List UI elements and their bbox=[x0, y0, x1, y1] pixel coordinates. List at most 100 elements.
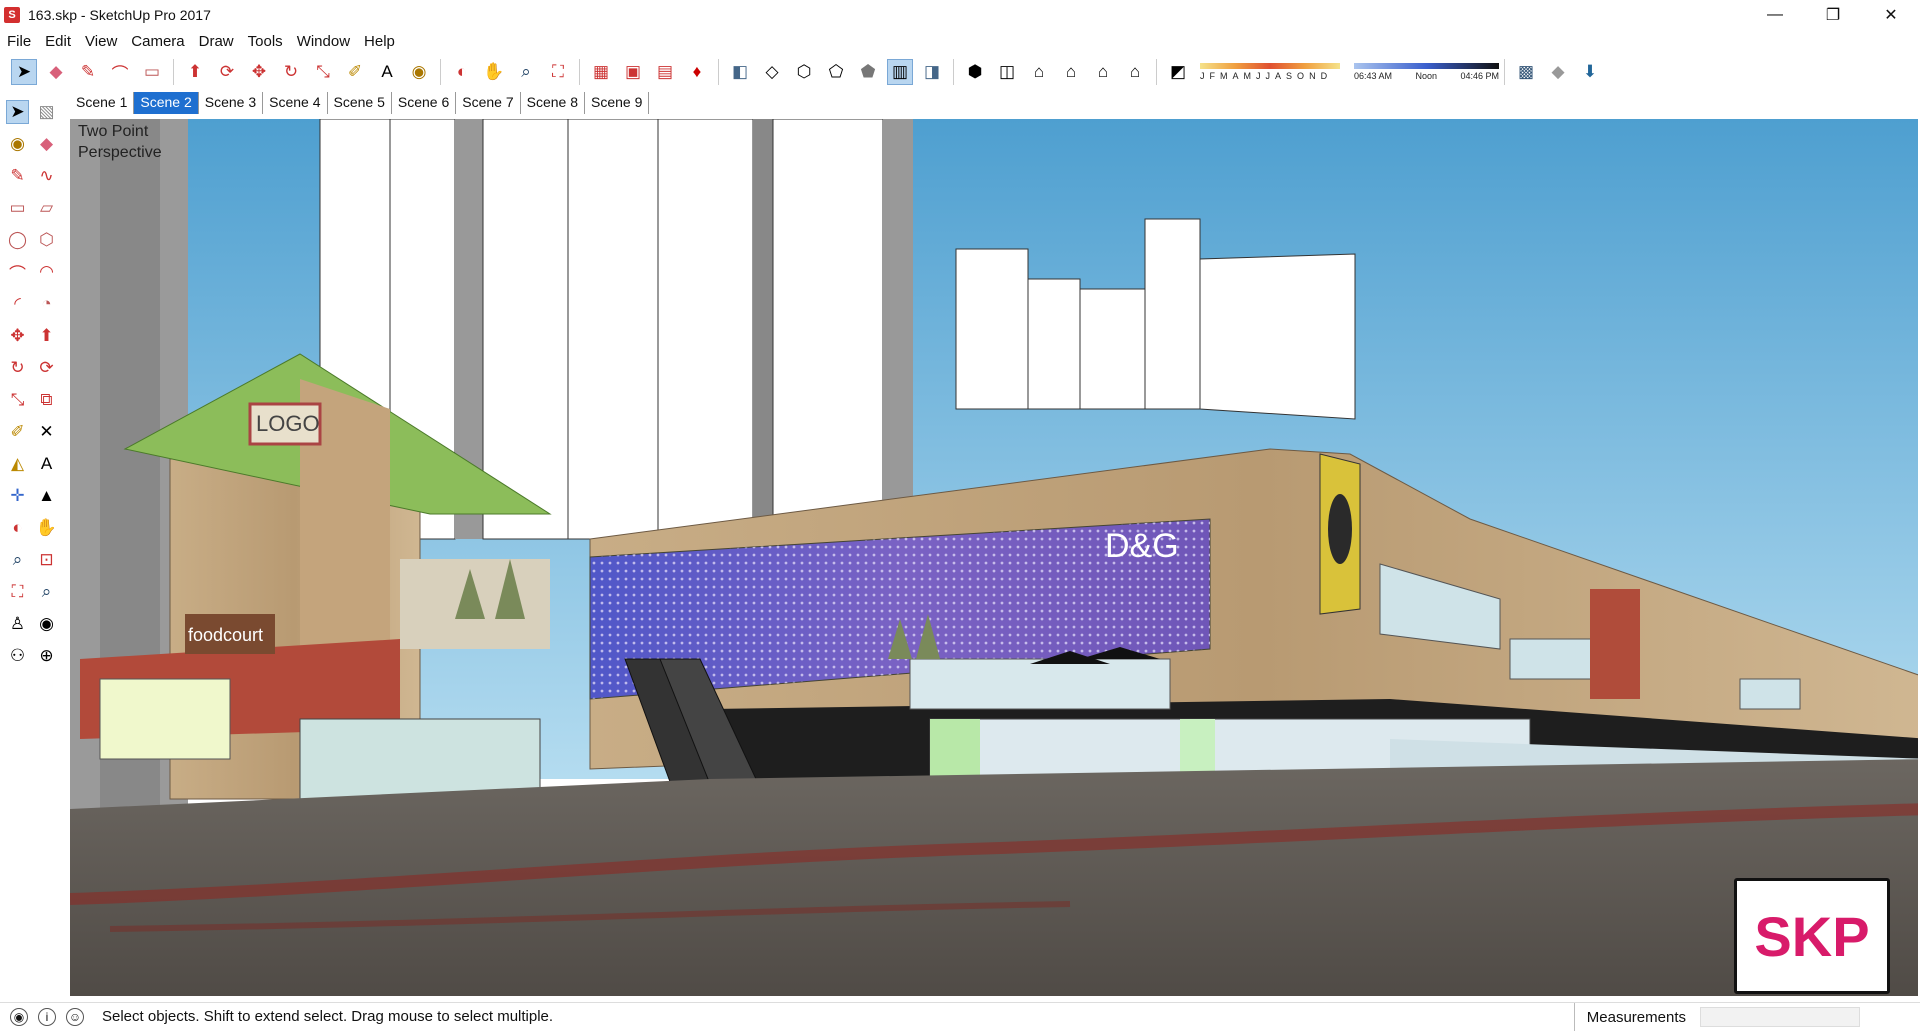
polygon-tool-icon[interactable]: ⬡ bbox=[35, 228, 58, 252]
shaded-icon[interactable]: ⬟ bbox=[855, 59, 881, 85]
pan-icon[interactable]: ✋ bbox=[481, 59, 507, 85]
model-viewport[interactable]: D&G LOGO fo bbox=[70, 119, 1918, 996]
walk-tool-icon[interactable]: ⚇ bbox=[6, 644, 29, 668]
zoom-icon[interactable]: ⌕ bbox=[513, 59, 539, 85]
menu-draw[interactable]: Draw bbox=[192, 33, 241, 50]
ruby-icon[interactable]: ♦ bbox=[684, 59, 710, 85]
look-around-icon[interactable]: ◉ bbox=[35, 612, 58, 636]
arc-tool-icon[interactable]: ⌒ bbox=[6, 260, 29, 284]
menu-view[interactable]: View bbox=[78, 33, 124, 50]
tape-measure-icon[interactable]: ✐ bbox=[6, 420, 29, 444]
zoom-icon[interactable]: ⌕ bbox=[6, 548, 29, 572]
paint-bucket-icon[interactable]: ◉ bbox=[406, 59, 432, 85]
section-plane-icon[interactable]: ⊕ bbox=[35, 644, 58, 668]
menu-camera[interactable]: Camera bbox=[124, 33, 191, 50]
credits-icon[interactable]: i bbox=[38, 1008, 56, 1026]
3d-text-icon[interactable]: ▲ bbox=[35, 484, 58, 508]
pie-tool-icon[interactable]: ◔ bbox=[35, 292, 58, 316]
hidden-line-icon[interactable]: ⬠ bbox=[823, 59, 849, 85]
top-view-icon[interactable]: ◫ bbox=[994, 59, 1020, 85]
monochrome-icon[interactable]: ◨ bbox=[919, 59, 945, 85]
front-view-icon[interactable]: ⌂ bbox=[1026, 59, 1052, 85]
eraser-icon[interactable]: ◆ bbox=[43, 59, 69, 85]
move-tool-icon[interactable]: ✥ bbox=[6, 324, 29, 348]
geo-location-icon[interactable]: ◉ bbox=[10, 1008, 28, 1026]
line-tool-icon[interactable]: ✎ bbox=[6, 164, 29, 188]
select-tool-icon[interactable]: ➤ bbox=[6, 100, 29, 124]
iso-view-icon[interactable]: ⬢ bbox=[962, 59, 988, 85]
zoom-previous-icon[interactable]: ⌕ bbox=[35, 580, 58, 604]
extension-warehouse-icon[interactable]: ▣ bbox=[620, 59, 646, 85]
text-tool-icon[interactable]: A bbox=[35, 452, 58, 476]
axes-tool-icon[interactable]: ✛ bbox=[6, 484, 29, 508]
back-view-icon[interactable]: ⌂ bbox=[1090, 59, 1116, 85]
tab-scene-7[interactable]: Scene 7 bbox=[456, 92, 520, 114]
menu-edit[interactable]: Edit bbox=[38, 33, 78, 50]
arc-tool-icon[interactable]: ⌒ bbox=[107, 59, 133, 85]
menu-help[interactable]: Help bbox=[357, 33, 402, 50]
line-tool-icon[interactable]: ✎ bbox=[75, 59, 101, 85]
rectangle-tool-icon[interactable]: ▭ bbox=[139, 59, 165, 85]
orbit-icon[interactable]: ◐ bbox=[6, 516, 29, 540]
circle-tool-icon[interactable]: ◯ bbox=[6, 228, 29, 252]
select-tool-icon[interactable]: ➤ bbox=[11, 59, 37, 85]
freehand-icon[interactable]: ∿ bbox=[35, 164, 58, 188]
offset-tool-icon[interactable]: ⧉ bbox=[35, 388, 58, 412]
warehouse-icon[interactable]: ▦ bbox=[588, 59, 614, 85]
tab-scene-2[interactable]: Scene 2 bbox=[134, 92, 198, 114]
right-view-icon[interactable]: ⌂ bbox=[1058, 59, 1084, 85]
shaded-textures-icon[interactable]: ▥ bbox=[887, 59, 913, 85]
eraser-icon[interactable]: ◆ bbox=[35, 132, 58, 156]
dimension-tool-icon[interactable]: ✕ bbox=[35, 420, 58, 444]
make-component-icon[interactable]: ▧ bbox=[35, 100, 58, 124]
share-model-icon[interactable]: ▤ bbox=[652, 59, 678, 85]
position-camera-icon[interactable]: ♙ bbox=[6, 612, 29, 636]
menu-file[interactable]: File bbox=[0, 33, 38, 50]
menu-window[interactable]: Window bbox=[290, 33, 357, 50]
three-point-arc-icon[interactable]: ◜ bbox=[6, 292, 29, 316]
tab-scene-3[interactable]: Scene 3 bbox=[199, 92, 263, 114]
shadow-time-slider[interactable]: 06:43 AM Noon 04:46 PM bbox=[1354, 63, 1499, 81]
paint-bucket-icon[interactable]: ◉ bbox=[6, 132, 29, 156]
tab-scene-1[interactable]: Scene 1 bbox=[70, 92, 134, 114]
two-point-arc-icon[interactable]: ◠ bbox=[35, 260, 58, 284]
left-view-icon[interactable]: ⌂ bbox=[1122, 59, 1148, 85]
push-pull-icon[interactable]: ⬆ bbox=[182, 59, 208, 85]
move-tool-icon[interactable]: ✥ bbox=[246, 59, 272, 85]
rectangle-tool-icon[interactable]: ▭ bbox=[6, 196, 29, 220]
pan-icon[interactable]: ✋ bbox=[35, 516, 58, 540]
close-button[interactable]: ✕ bbox=[1862, 0, 1920, 30]
zoom-window-icon[interactable]: ⊡ bbox=[35, 548, 58, 572]
zoom-extents-icon[interactable]: ⛶ bbox=[6, 580, 29, 604]
tab-scene-5[interactable]: Scene 5 bbox=[328, 92, 392, 114]
scale-tool-icon[interactable]: ⤡ bbox=[310, 59, 336, 85]
shadow-date-slider[interactable]: J F M A M J J A S O N D bbox=[1200, 63, 1340, 81]
push-pull-icon[interactable]: ⬆ bbox=[35, 324, 58, 348]
tab-scene-4[interactable]: Scene 4 bbox=[263, 92, 327, 114]
tape-measure-icon[interactable]: ✐ bbox=[342, 59, 368, 85]
tab-scene-6[interactable]: Scene 6 bbox=[392, 92, 456, 114]
xray-icon[interactable]: ◧ bbox=[727, 59, 753, 85]
add-location-icon[interactable]: ▩ bbox=[1513, 59, 1539, 85]
rotate-tool-icon[interactable]: ↻ bbox=[278, 59, 304, 85]
minimize-button[interactable]: — bbox=[1746, 0, 1804, 30]
tab-scene-9[interactable]: Scene 9 bbox=[585, 92, 649, 114]
restore-button[interactable]: ❐ bbox=[1804, 0, 1862, 30]
text-tool-icon[interactable]: A bbox=[374, 59, 400, 85]
measurements-input[interactable] bbox=[1700, 1007, 1860, 1027]
back-edges-icon[interactable]: ◇ bbox=[759, 59, 785, 85]
menu-tools[interactable]: Tools bbox=[241, 33, 290, 50]
orbit-icon[interactable]: ◐ bbox=[449, 59, 475, 85]
follow-me-icon[interactable]: ⟳ bbox=[35, 356, 58, 380]
tab-scene-8[interactable]: Scene 8 bbox=[521, 92, 585, 114]
protractor-icon[interactable]: ◭ bbox=[6, 452, 29, 476]
photo-textures-icon[interactable]: ⬇ bbox=[1577, 59, 1603, 85]
month-slider-track[interactable] bbox=[1200, 63, 1340, 69]
follow-me-icon[interactable]: ⟳ bbox=[214, 59, 240, 85]
rotate-tool-icon[interactable]: ↻ bbox=[6, 356, 29, 380]
wireframe-icon[interactable]: ⬡ bbox=[791, 59, 817, 85]
shadows-toggle-icon[interactable]: ◩ bbox=[1165, 59, 1191, 85]
zoom-extents-icon[interactable]: ⛶ bbox=[545, 59, 571, 85]
scale-tool-icon[interactable]: ⤡ bbox=[6, 388, 29, 412]
time-slider-track[interactable] bbox=[1354, 63, 1499, 69]
